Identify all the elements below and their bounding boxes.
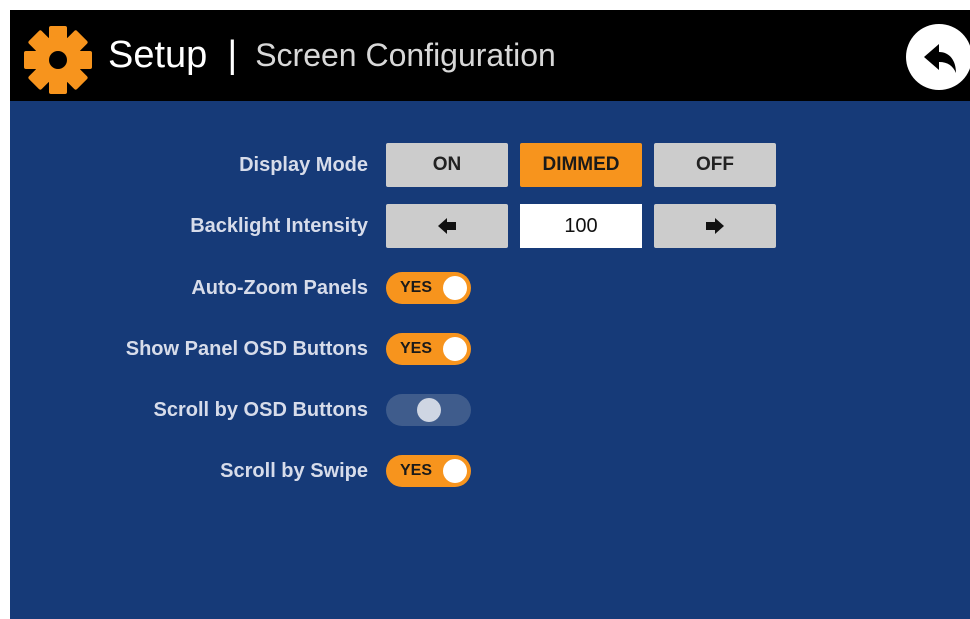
title-setup: Setup	[108, 33, 208, 76]
display-mode-off-button[interactable]: OFF	[654, 143, 776, 187]
page-title: Setup | Screen Configuration	[108, 30, 556, 80]
back-button[interactable]	[906, 24, 970, 90]
toggle-knob	[417, 398, 441, 422]
title-separator: |	[227, 33, 238, 76]
toggle-knob	[443, 276, 467, 300]
scroll-swipe-row: Scroll by Swipe YES	[10, 449, 970, 493]
backlight-decrease-button[interactable]	[386, 204, 508, 248]
backlight-increase-button[interactable]	[654, 204, 776, 248]
show-osd-buttons-row: Show Panel OSD Buttons YES	[10, 327, 970, 371]
display-mode-label: Display Mode	[239, 153, 368, 176]
back-arrow-icon	[924, 44, 956, 73]
auto-zoom-row: Auto-Zoom Panels YES	[10, 266, 970, 310]
show-osd-buttons-label: Show Panel OSD Buttons	[125, 337, 368, 360]
toggle-state: YES	[400, 279, 433, 296]
auto-zoom-label: Auto-Zoom Panels	[191, 276, 368, 299]
display-mode-dimmed-button[interactable]: DIMMED	[520, 143, 642, 187]
backlight-value: 100	[520, 204, 642, 248]
header-bar: Setup | Screen Configuration	[10, 10, 970, 101]
toggle-knob	[443, 459, 467, 483]
toggle-state: YES	[400, 462, 433, 479]
scroll-swipe-toggle[interactable]: YES	[386, 455, 471, 487]
scroll-osd-toggle[interactable]	[386, 394, 471, 426]
scroll-swipe-label: Scroll by Swipe	[220, 459, 368, 482]
arrow-right-icon	[706, 218, 724, 234]
auto-zoom-toggle[interactable]: YES	[386, 272, 471, 304]
backlight-label: Backlight Intensity	[190, 214, 368, 237]
screen: Setup | Screen Configuration Display Mod…	[10, 10, 970, 619]
toggle-state: YES	[400, 340, 433, 357]
gear-icon	[24, 26, 92, 94]
toggle-knob	[443, 337, 467, 361]
arrow-left-icon	[438, 218, 456, 234]
display-mode-on-button[interactable]: ON	[386, 143, 508, 187]
show-osd-buttons-toggle[interactable]: YES	[386, 333, 471, 365]
title-subtitle: Screen Configuration	[255, 36, 556, 73]
scroll-osd-row: Scroll by OSD Buttons	[10, 388, 970, 432]
display-mode-row: Display Mode ON DIMMED OFF	[10, 143, 970, 187]
backlight-row: Backlight Intensity 100	[10, 204, 970, 248]
scroll-osd-label: Scroll by OSD Buttons	[153, 398, 368, 421]
